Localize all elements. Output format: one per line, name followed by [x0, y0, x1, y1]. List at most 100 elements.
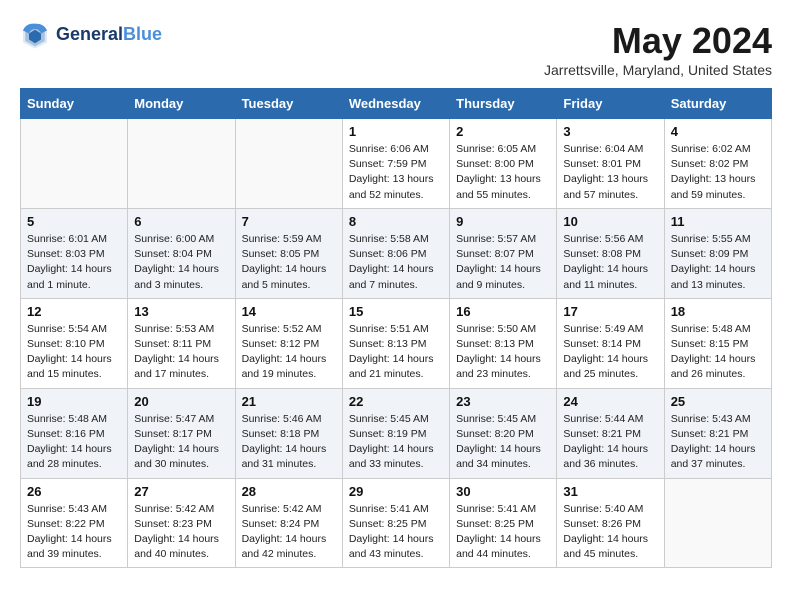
calendar-day-19: 19 Sunrise: 5:48 AMSunset: 8:16 PMDayligh…	[21, 388, 128, 478]
weekday-header-wednesday: Wednesday	[342, 89, 449, 119]
day-number: 4	[671, 124, 765, 139]
calendar-day-22: 22Sunrise: 5:45 AMSunset: 8:19 PMDayligh…	[342, 388, 449, 478]
calendar-table: SundayMondayTuesdayWednesdayThursdayFrid…	[20, 88, 772, 568]
empty-day-cell	[128, 119, 235, 209]
day-info: Sunrise: 5:59 AMSunset: 8:05 PMDaylight:…	[242, 232, 336, 293]
logo-text: GeneralBlue	[56, 25, 162, 45]
location: Jarrettsville, Maryland, United States	[544, 62, 772, 78]
calendar-day-27: 27Sunrise: 5:42 AMSunset: 8:23 PMDayligh…	[128, 478, 235, 568]
day-info: Sunrise: 5:43 AMSunset: 8:22 PMDaylight:…	[27, 502, 121, 563]
day-info: Sunrise: 5:50 AMSunset: 8:13 PMDaylight:…	[456, 322, 550, 383]
weekday-header-saturday: Saturday	[664, 89, 771, 119]
calendar-day-31: 31Sunrise: 5:40 AMSunset: 8:26 PMDayligh…	[557, 478, 664, 568]
title-block: May 2024 Jarrettsville, Maryland, United…	[544, 20, 772, 78]
day-number: 18	[671, 304, 765, 319]
calendar-day-16: 16 Sunrise: 5:50 AMSunset: 8:13 PMDayligh…	[450, 298, 557, 388]
day-info: Sunrise: 5:45 AMSunset: 8:19 PMDaylight:…	[349, 412, 443, 473]
calendar-day-25: 25Sunrise: 5:43 AMSunset: 8:21 PMDayligh…	[664, 388, 771, 478]
day-info: Sunrise: 6:01 AMSunset: 8:03 PMDaylight:…	[27, 232, 121, 293]
calendar-day-2: 2 Sunrise: 6:05 AMSunset: 8:00 PMDaylight…	[450, 119, 557, 209]
calendar-day-11: 11Sunrise: 5:55 AMSunset: 8:09 PMDayligh…	[664, 208, 771, 298]
day-number: 20	[134, 394, 228, 409]
calendar-day-12: 12 Sunrise: 5:54 AMSunset: 8:10 PMDayligh…	[21, 298, 128, 388]
day-number: 31	[563, 484, 657, 499]
page-header: GeneralBlue May 2024 Jarrettsville, Mary…	[20, 20, 772, 78]
day-number: 6	[134, 214, 228, 229]
day-info: Sunrise: 5:41 AMSunset: 8:25 PMDaylight:…	[349, 502, 443, 563]
day-number: 30	[456, 484, 550, 499]
day-number: 26	[27, 484, 121, 499]
empty-day-cell	[235, 119, 342, 209]
calendar-day-23: 23Sunrise: 5:45 AMSunset: 8:20 PMDayligh…	[450, 388, 557, 478]
day-number: 3	[563, 124, 657, 139]
day-number: 25	[671, 394, 765, 409]
weekday-header-tuesday: Tuesday	[235, 89, 342, 119]
day-info: Sunrise: 5:52 AMSunset: 8:12 PMDaylight:…	[242, 322, 336, 383]
day-info: Sunrise: 5:44 AMSunset: 8:21 PMDaylight:…	[563, 412, 657, 473]
day-number: 12	[27, 304, 121, 319]
day-info: Sunrise: 6:06 AMSunset: 7:59 PMDaylight:…	[349, 142, 443, 203]
calendar-day-9: 9 Sunrise: 5:57 AMSunset: 8:07 PMDaylight…	[450, 208, 557, 298]
calendar-week-row: 1 Sunrise: 6:06 AMSunset: 7:59 PMDaylight…	[21, 119, 772, 209]
day-info: Sunrise: 5:48 AMSunset: 8:16 PMDaylight:…	[27, 412, 121, 473]
day-info: Sunrise: 5:58 AMSunset: 8:06 PMDaylight:…	[349, 232, 443, 293]
weekday-header-thursday: Thursday	[450, 89, 557, 119]
day-number: 29	[349, 484, 443, 499]
calendar-day-14: 14 Sunrise: 5:52 AMSunset: 8:12 PMDayligh…	[235, 298, 342, 388]
calendar-day-17: 17Sunrise: 5:49 AMSunset: 8:14 PMDayligh…	[557, 298, 664, 388]
day-number: 28	[242, 484, 336, 499]
day-number: 9	[456, 214, 550, 229]
day-info: Sunrise: 6:05 AMSunset: 8:00 PMDaylight:…	[456, 142, 550, 203]
calendar-day-18: 18 Sunrise: 5:48 AMSunset: 8:15 PMDayligh…	[664, 298, 771, 388]
calendar-day-20: 20 Sunrise: 5:47 AMSunset: 8:17 PMDayligh…	[128, 388, 235, 478]
calendar-day-28: 28Sunrise: 5:42 AMSunset: 8:24 PMDayligh…	[235, 478, 342, 568]
day-info: Sunrise: 5:42 AMSunset: 8:23 PMDaylight:…	[134, 502, 228, 563]
day-number: 15	[349, 304, 443, 319]
calendar-header-row: SundayMondayTuesdayWednesdayThursdayFrid…	[21, 89, 772, 119]
day-info: Sunrise: 6:04 AMSunset: 8:01 PMDaylight:…	[563, 142, 657, 203]
weekday-header-friday: Friday	[557, 89, 664, 119]
day-number: 13	[134, 304, 228, 319]
calendar-week-row: 19 Sunrise: 5:48 AMSunset: 8:16 PMDayligh…	[21, 388, 772, 478]
calendar-day-24: 24Sunrise: 5:44 AMSunset: 8:21 PMDayligh…	[557, 388, 664, 478]
day-info: Sunrise: 5:54 AMSunset: 8:10 PMDaylight:…	[27, 322, 121, 383]
day-info: Sunrise: 5:57 AMSunset: 8:07 PMDaylight:…	[456, 232, 550, 293]
calendar-day-30: 30Sunrise: 5:41 AMSunset: 8:25 PMDayligh…	[450, 478, 557, 568]
calendar-week-row: 5 Sunrise: 6:01 AMSunset: 8:03 PMDaylight…	[21, 208, 772, 298]
calendar-day-3: 3 Sunrise: 6:04 AMSunset: 8:01 PMDaylight…	[557, 119, 664, 209]
calendar-day-6: 6 Sunrise: 6:00 AMSunset: 8:04 PMDaylight…	[128, 208, 235, 298]
logo-icon	[20, 20, 50, 50]
day-number: 5	[27, 214, 121, 229]
calendar-day-13: 13 Sunrise: 5:53 AMSunset: 8:11 PMDayligh…	[128, 298, 235, 388]
day-info: Sunrise: 6:00 AMSunset: 8:04 PMDaylight:…	[134, 232, 228, 293]
weekday-header-monday: Monday	[128, 89, 235, 119]
calendar-week-row: 12 Sunrise: 5:54 AMSunset: 8:10 PMDayligh…	[21, 298, 772, 388]
calendar-day-5: 5 Sunrise: 6:01 AMSunset: 8:03 PMDaylight…	[21, 208, 128, 298]
calendar-day-7: 7Sunrise: 5:59 AMSunset: 8:05 PMDaylight…	[235, 208, 342, 298]
day-info: Sunrise: 5:55 AMSunset: 8:09 PMDaylight:…	[671, 232, 765, 293]
calendar-week-row: 26 Sunrise: 5:43 AMSunset: 8:22 PMDayligh…	[21, 478, 772, 568]
day-number: 19	[27, 394, 121, 409]
month-title: May 2024	[544, 20, 772, 62]
calendar-day-15: 15 Sunrise: 5:51 AMSunset: 8:13 PMDayligh…	[342, 298, 449, 388]
empty-day-cell	[21, 119, 128, 209]
day-number: 2	[456, 124, 550, 139]
day-number: 16	[456, 304, 550, 319]
day-number: 10	[563, 214, 657, 229]
day-number: 14	[242, 304, 336, 319]
day-info: Sunrise: 5:56 AMSunset: 8:08 PMDaylight:…	[563, 232, 657, 293]
calendar-day-8: 8 Sunrise: 5:58 AMSunset: 8:06 PMDaylight…	[342, 208, 449, 298]
day-info: Sunrise: 5:49 AMSunset: 8:14 PMDaylight:…	[563, 322, 657, 383]
day-number: 1	[349, 124, 443, 139]
day-info: Sunrise: 5:47 AMSunset: 8:17 PMDaylight:…	[134, 412, 228, 473]
calendar-day-26: 26 Sunrise: 5:43 AMSunset: 8:22 PMDayligh…	[21, 478, 128, 568]
day-number: 23	[456, 394, 550, 409]
weekday-header-sunday: Sunday	[21, 89, 128, 119]
day-info: Sunrise: 5:51 AMSunset: 8:13 PMDaylight:…	[349, 322, 443, 383]
empty-day-cell	[664, 478, 771, 568]
calendar-day-4: 4Sunrise: 6:02 AMSunset: 8:02 PMDaylight…	[664, 119, 771, 209]
day-info: Sunrise: 5:46 AMSunset: 8:18 PMDaylight:…	[242, 412, 336, 473]
day-number: 8	[349, 214, 443, 229]
day-info: Sunrise: 5:53 AMSunset: 8:11 PMDaylight:…	[134, 322, 228, 383]
day-info: Sunrise: 5:48 AMSunset: 8:15 PMDaylight:…	[671, 322, 765, 383]
